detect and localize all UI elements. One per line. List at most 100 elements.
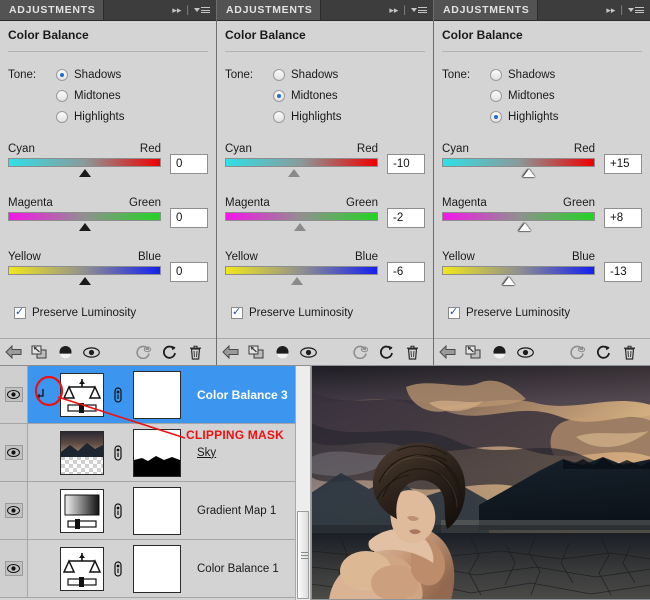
layer-name[interactable]: Color Balance 3 bbox=[187, 388, 288, 402]
slider-track-magenta-green[interactable] bbox=[8, 212, 161, 231]
scrollbar-thumb[interactable] bbox=[297, 511, 309, 599]
radio-highlights[interactable]: Highlights bbox=[490, 110, 559, 123]
layer-mask-thumbnail[interactable] bbox=[127, 544, 187, 593]
preserve-luminosity-checkbox[interactable]: Preserve Luminosity bbox=[434, 306, 650, 319]
slider-track-yellow-blue[interactable] bbox=[8, 266, 161, 285]
layer-name[interactable]: Gradient Map 1 bbox=[187, 505, 276, 517]
slider-value-yellow-blue[interactable]: -6 bbox=[387, 262, 425, 282]
layer-mask-link-icon[interactable] bbox=[109, 386, 127, 404]
reset-to-previous-icon[interactable] bbox=[564, 341, 590, 363]
layer-visibility-toggle[interactable] bbox=[0, 366, 28, 423]
layer-mask-link-icon[interactable] bbox=[109, 444, 127, 462]
delete-adjustment-icon[interactable] bbox=[182, 341, 208, 363]
table-row[interactable]: Color Balance 3 bbox=[0, 366, 310, 424]
layer-mask-thumbnail[interactable] bbox=[127, 486, 187, 535]
slider-value-cyan-red[interactable]: 0 bbox=[170, 154, 208, 174]
layer-thumbnail[interactable] bbox=[54, 372, 109, 417]
document-canvas-preview[interactable] bbox=[310, 365, 650, 600]
reset-adjustment-icon[interactable] bbox=[373, 341, 399, 363]
radio-midtones[interactable]: Midtones bbox=[56, 89, 121, 102]
double-arrow-right-icon[interactable]: ▸▸ bbox=[606, 5, 615, 15]
layer-thumbnail[interactable] bbox=[54, 430, 109, 475]
radio-highlights[interactable]: Highlights bbox=[56, 110, 125, 123]
layer-name[interactable]: Sky bbox=[187, 447, 216, 459]
table-row[interactable]: Color Balance 1 bbox=[0, 540, 310, 598]
slider-thumb-cyan-red[interactable] bbox=[287, 169, 300, 177]
slider-left-label: Magenta bbox=[225, 197, 270, 209]
return-to-adjustment-list-icon[interactable] bbox=[217, 341, 243, 363]
delete-adjustment-icon[interactable] bbox=[616, 341, 642, 363]
radio-midtones[interactable]: Midtones bbox=[490, 89, 555, 102]
panel-menu-icon[interactable] bbox=[628, 7, 644, 13]
layer-mask-thumbnail[interactable] bbox=[127, 428, 187, 477]
reset-to-previous-icon[interactable] bbox=[347, 341, 373, 363]
slider-value-yellow-blue[interactable]: 0 bbox=[170, 262, 208, 282]
clip-to-layer-icon[interactable] bbox=[243, 341, 269, 363]
layer-mask-link-icon[interactable] bbox=[109, 560, 127, 578]
reset-adjustment-icon[interactable] bbox=[590, 341, 616, 363]
delete-adjustment-icon[interactable] bbox=[399, 341, 425, 363]
tab-adjustments[interactable]: ADJUSTMENTS bbox=[0, 0, 105, 20]
radio-shadows[interactable]: Shadows bbox=[56, 68, 121, 81]
radio-shadows[interactable]: Shadows bbox=[490, 68, 555, 81]
slider-thumb-magenta-green[interactable] bbox=[518, 223, 531, 231]
slider-thumb-yellow-blue[interactable] bbox=[78, 277, 91, 285]
slider-thumb-cyan-red[interactable] bbox=[78, 169, 91, 177]
slider-track-magenta-green[interactable] bbox=[442, 212, 595, 231]
slider-thumb-magenta-green[interactable] bbox=[78, 223, 91, 231]
layer-mask-link-icon[interactable] bbox=[109, 502, 127, 520]
table-row[interactable]: Gradient Map 1 bbox=[0, 482, 310, 540]
layer-visibility-toggle[interactable] bbox=[0, 540, 28, 597]
slider-track-magenta-green[interactable] bbox=[225, 212, 378, 231]
toggle-layer-visibility-icon[interactable] bbox=[486, 341, 512, 363]
slider-value-magenta-green[interactable]: +8 bbox=[604, 208, 642, 228]
slider-track-cyan-red[interactable] bbox=[442, 158, 595, 177]
white-mask-thumbnail bbox=[133, 486, 181, 535]
clip-to-layer-icon[interactable] bbox=[460, 341, 486, 363]
toggle-layer-visibility-icon[interactable] bbox=[52, 341, 78, 363]
radio-midtones[interactable]: Midtones bbox=[273, 89, 338, 102]
preview-eye-icon[interactable] bbox=[295, 341, 321, 363]
return-to-adjustment-list-icon[interactable] bbox=[434, 341, 460, 363]
slider-track-yellow-blue[interactable] bbox=[442, 266, 595, 285]
panel-menu-icon[interactable] bbox=[411, 7, 427, 13]
reset-adjustment-icon[interactable] bbox=[156, 341, 182, 363]
layer-mask-thumbnail[interactable] bbox=[127, 370, 187, 419]
tab-adjustments[interactable]: ADJUSTMENTS bbox=[434, 0, 539, 20]
preview-eye-icon[interactable] bbox=[512, 341, 538, 363]
slider-track-cyan-red[interactable] bbox=[8, 158, 161, 177]
slider-value-cyan-red[interactable]: -10 bbox=[387, 154, 425, 174]
radio-shadows[interactable]: Shadows bbox=[273, 68, 338, 81]
double-arrow-right-icon[interactable]: ▸▸ bbox=[389, 5, 398, 15]
slider-thumb-magenta-green[interactable] bbox=[293, 223, 306, 231]
radio-indicator-midtones bbox=[273, 89, 285, 102]
checkbox-indicator bbox=[231, 306, 243, 319]
layers-scrollbar[interactable] bbox=[295, 366, 310, 600]
menu-bars-icon bbox=[201, 7, 210, 13]
slider-track-cyan-red[interactable] bbox=[225, 158, 378, 177]
preserve-luminosity-checkbox[interactable]: Preserve Luminosity bbox=[0, 306, 216, 319]
double-arrow-right-icon[interactable]: ▸▸ bbox=[172, 5, 181, 15]
slider-thumb-yellow-blue[interactable] bbox=[290, 277, 303, 285]
radio-highlights[interactable]: Highlights bbox=[273, 110, 342, 123]
reset-to-previous-icon[interactable] bbox=[130, 341, 156, 363]
layer-thumbnail[interactable] bbox=[54, 488, 109, 533]
slider-value-magenta-green[interactable]: 0 bbox=[170, 208, 208, 228]
tab-adjustments[interactable]: ADJUSTMENTS bbox=[217, 0, 322, 20]
slider-value-yellow-blue[interactable]: -13 bbox=[604, 262, 642, 282]
preview-eye-icon[interactable] bbox=[78, 341, 104, 363]
layer-name[interactable]: Color Balance 1 bbox=[187, 563, 279, 575]
layer-visibility-toggle[interactable] bbox=[0, 482, 28, 539]
slider-value-cyan-red[interactable]: +15 bbox=[604, 154, 642, 174]
toggle-layer-visibility-icon[interactable] bbox=[269, 341, 295, 363]
slider-thumb-yellow-blue[interactable] bbox=[503, 277, 516, 285]
clip-to-layer-icon[interactable] bbox=[26, 341, 52, 363]
preserve-luminosity-checkbox[interactable]: Preserve Luminosity bbox=[217, 306, 433, 319]
slider-track-yellow-blue[interactable] bbox=[225, 266, 378, 285]
return-to-adjustment-list-icon[interactable] bbox=[0, 341, 26, 363]
panel-menu-icon[interactable] bbox=[194, 7, 210, 13]
layer-visibility-toggle[interactable] bbox=[0, 424, 28, 481]
layer-thumbnail[interactable] bbox=[54, 546, 109, 591]
slider-thumb-cyan-red[interactable] bbox=[523, 169, 536, 177]
slider-value-magenta-green[interactable]: -2 bbox=[387, 208, 425, 228]
